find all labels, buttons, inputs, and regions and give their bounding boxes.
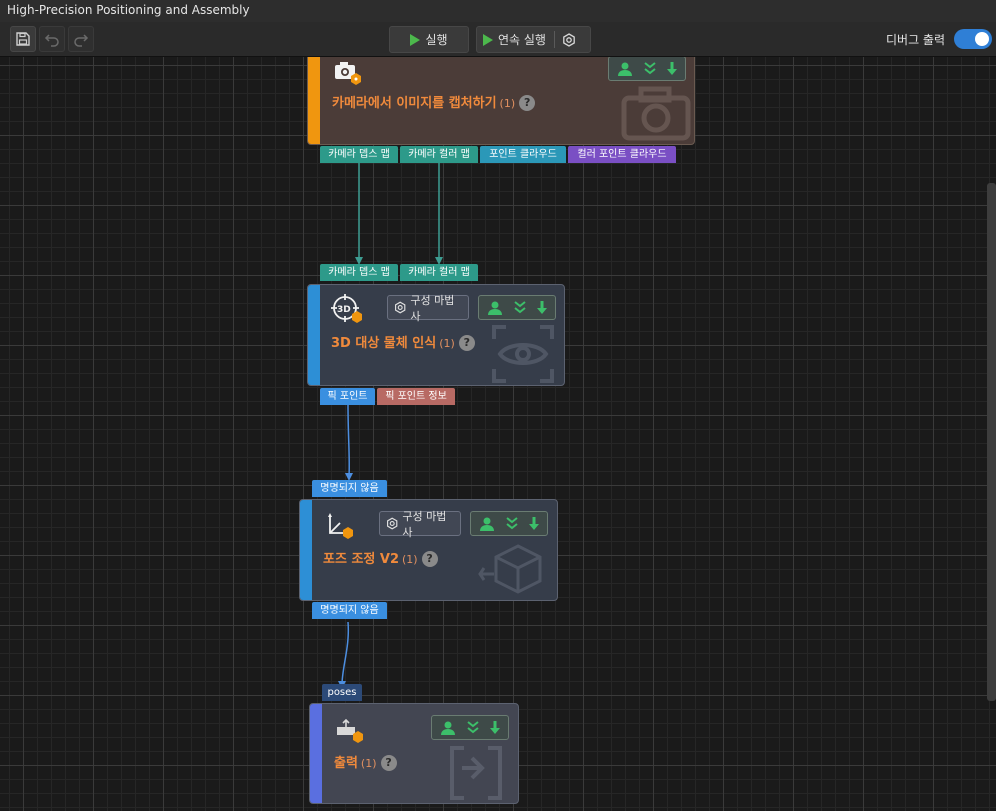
toolbar: 실행 연속 실행 디버그 출력 (0, 22, 996, 57)
node-capture-images[interactable]: 카메라에서 이미지를 캡처하기 (1)? (307, 57, 695, 145)
collapse-icon[interactable] (643, 61, 657, 77)
connector-pose (341, 621, 350, 686)
undo-icon (44, 34, 59, 47)
visibility-icon[interactable] (617, 61, 634, 77)
3d-recognition-icon: 3D (331, 294, 362, 323)
svg-text:3D: 3D (337, 305, 351, 315)
settings-icon (387, 517, 398, 530)
visibility-icon[interactable] (440, 720, 457, 736)
output-port-pick-point-info[interactable]: 픽 포인트 정보 (377, 388, 455, 405)
window-titlebar: High-Precision Positioning and Assembly (0, 0, 996, 22)
redo-icon (74, 34, 89, 47)
debug-output-label: 디버그 출력 (886, 33, 946, 47)
vertical-scrollbar[interactable] (987, 183, 996, 701)
input-port-color-map[interactable]: 카메라 컬러 맵 (400, 264, 478, 281)
play-icon (483, 33, 493, 46)
node-count: (1) (360, 757, 377, 770)
download-icon[interactable] (666, 61, 678, 77)
output-port-depth-map[interactable]: 카메라 뎁스 맵 (320, 146, 398, 163)
output-port-color-point-cloud[interactable]: 컬러 포인트 클라우드 (568, 146, 676, 163)
save-icon (16, 32, 30, 46)
visibility-icon[interactable] (479, 516, 496, 532)
node-bar (310, 704, 322, 803)
node-title: 포즈 조정 V2 (1)? (323, 548, 438, 567)
output-port-color-map[interactable]: 카메라 컬러 맵 (400, 146, 478, 163)
input-port-unnamed[interactable]: 명명되지 않음 (312, 480, 387, 497)
node-actions (478, 295, 556, 320)
node-title-text: 카메라에서 이미지를 캡처하기 (332, 96, 497, 111)
continuous-run-label: 연속 실행 (498, 33, 546, 47)
visibility-icon[interactable] (487, 300, 504, 316)
node-title: 카메라에서 이미지를 캡처하기 (1)? (332, 92, 536, 111)
cube-watermark-icon (478, 544, 542, 594)
node-actions (608, 57, 686, 81)
node-count: (1) (402, 553, 418, 566)
collapse-icon[interactable] (466, 720, 480, 736)
node-title: 3D 대상 물체 인식 (1)? (331, 332, 475, 351)
node-actions (470, 511, 548, 536)
config-wizard-button[interactable]: 구성 마법사 (387, 294, 469, 323)
collapse-icon[interactable] (513, 300, 527, 316)
divider (553, 31, 555, 48)
node-count: (1) (499, 97, 516, 110)
help-icon[interactable]: ? (519, 95, 536, 111)
pose-axes-icon (328, 513, 353, 539)
collapse-icon[interactable] (505, 516, 519, 532)
node-count: (1) (439, 337, 455, 350)
run-button[interactable]: 실행 (389, 26, 469, 53)
camera-watermark-icon (621, 86, 691, 141)
input-port-depth-map[interactable]: 카메라 뎁스 맵 (320, 264, 398, 281)
node-title-text: 출력 (334, 756, 358, 771)
output-watermark-icon (450, 746, 502, 800)
undo-button[interactable] (39, 26, 65, 52)
download-icon[interactable] (489, 720, 501, 736)
window-title: High-Precision Positioning and Assembly (7, 3, 250, 17)
eye-watermark-icon (492, 325, 554, 383)
config-wizard-label: 구성 마법사 (410, 293, 455, 323)
config-wizard-button[interactable]: 구성 마법사 (379, 510, 461, 539)
settings-icon[interactable] (562, 32, 576, 47)
output-icon (337, 718, 363, 743)
download-icon[interactable] (536, 300, 548, 316)
node-bar (308, 57, 320, 144)
connector-pick (347, 404, 351, 478)
output-port-unnamed[interactable]: 명명되지 않음 (312, 602, 387, 619)
debug-output-toggle[interactable] (954, 29, 992, 49)
continuous-run-button[interactable]: 연속 실행 (476, 26, 591, 53)
save-button[interactable] (10, 26, 36, 52)
node-pose-adjust-v2[interactable]: 포즈 조정 V2 (1)? 구성 마법사 (299, 499, 558, 601)
node-title-text: 3D 대상 물체 인식 (331, 336, 437, 351)
run-label: 실행 (425, 33, 448, 47)
download-icon[interactable] (528, 516, 540, 532)
output-port-point-cloud[interactable]: 포인트 클라우드 (480, 146, 566, 163)
flow-canvas[interactable]: 카메라에서 이미지를 캡처하기 (1)? 카메라 뎁스 맵 카메라 컬러 맵 포인… (0, 57, 996, 811)
node-title: 출력 (1)? (334, 752, 397, 771)
connections (338, 163, 443, 689)
node-bar (300, 500, 312, 600)
play-icon (410, 33, 421, 46)
node-3d-object-recognition[interactable]: 3D 3D 대상 물체 인식 (1)? 구성 마법사 (307, 284, 565, 386)
toggle-knob (975, 32, 989, 46)
output-port-pick-point[interactable]: 픽 포인트 (320, 388, 375, 405)
node-bar (308, 285, 320, 385)
camera-icon (335, 62, 361, 85)
input-port-poses[interactable]: poses (322, 684, 362, 701)
node-actions (431, 715, 509, 740)
node-title-text: 포즈 조정 V2 (323, 552, 399, 567)
redo-button[interactable] (68, 26, 94, 52)
help-icon[interactable]: ? (458, 335, 475, 351)
node-output[interactable]: 출력 (1)? (309, 703, 519, 804)
help-icon[interactable]: ? (380, 755, 397, 771)
settings-icon (395, 301, 406, 314)
config-wizard-label: 구성 마법사 (402, 509, 447, 539)
help-icon[interactable]: ? (421, 551, 438, 567)
